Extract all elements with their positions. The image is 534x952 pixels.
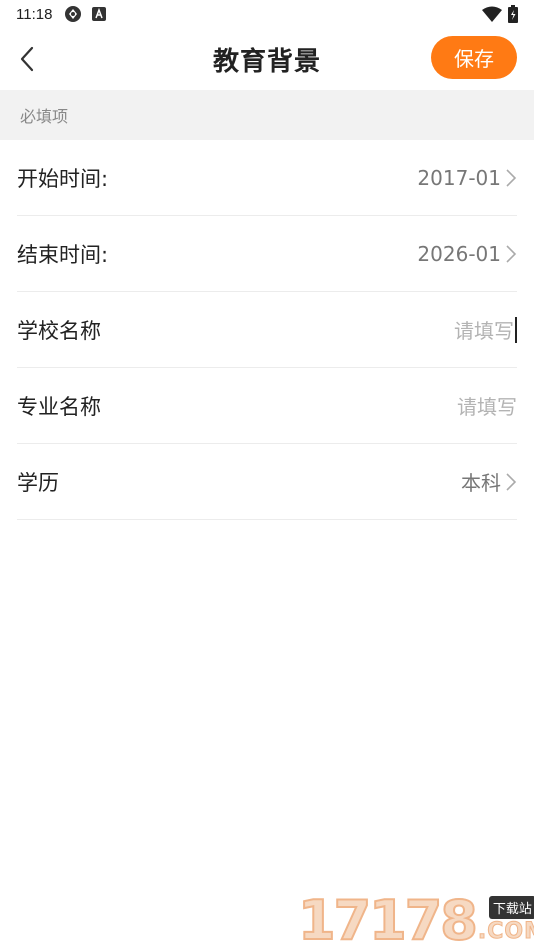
back-button[interactable]: [12, 42, 42, 76]
chevron-right-icon: [505, 472, 517, 492]
school-name-placeholder: 请填写: [454, 315, 514, 344]
status-time: 11:18: [16, 6, 52, 23]
degree-value-text: 本科: [461, 467, 501, 496]
school-name-label: 学校名称: [17, 315, 101, 345]
text-cursor: [515, 317, 517, 343]
battery-icon: [508, 5, 518, 27]
major-name-placeholder: 请填写: [457, 391, 517, 420]
start-time-value[interactable]: 2017-01: [417, 166, 517, 190]
watermark-domain: .COM: [478, 919, 534, 944]
degree-label: 学历: [17, 467, 59, 497]
status-bar: 11:18: [0, 0, 534, 28]
wifi-icon: [482, 6, 502, 26]
section-label: 必填项: [20, 103, 68, 127]
degree-value[interactable]: 本科: [461, 467, 517, 496]
sync-icon: [64, 5, 82, 23]
major-name-label: 专业名称: [17, 391, 101, 421]
end-time-value[interactable]: 2026-01: [417, 242, 517, 266]
start-time-row[interactable]: 开始时间: 2017-01: [17, 140, 517, 216]
save-button[interactable]: 保存: [431, 36, 517, 79]
end-time-row[interactable]: 结束时间: 2026-01: [17, 216, 517, 292]
school-name-input[interactable]: 请填写: [454, 315, 517, 344]
end-time-label: 结束时间:: [17, 239, 108, 269]
site-watermark: 17178 下载站 .COM: [298, 888, 528, 948]
watermark-number: 17178: [298, 894, 476, 948]
navigation-header: 教育背景 保存: [0, 28, 534, 90]
chevron-left-icon: [19, 46, 35, 72]
education-form: 开始时间: 2017-01 结束时间: 2026-01 学校名称 请填写 专业名…: [0, 140, 534, 520]
major-name-input[interactable]: 请填写: [457, 391, 517, 420]
a-badge-icon: [92, 7, 106, 21]
watermark-side: 下载站 .COM: [478, 896, 534, 944]
page-title: 教育背景: [213, 41, 321, 78]
school-name-row: 学校名称 请填写: [17, 292, 517, 368]
end-time-value-text: 2026-01: [417, 242, 501, 266]
chevron-right-icon: [505, 244, 517, 264]
degree-row[interactable]: 学历 本科: [17, 444, 517, 520]
required-section-header: 必填项: [0, 90, 534, 140]
start-time-label: 开始时间:: [17, 163, 108, 193]
watermark-tag: 下载站: [489, 896, 534, 919]
major-name-row: 专业名称 请填写: [17, 368, 517, 444]
start-time-value-text: 2017-01: [417, 166, 501, 190]
chevron-right-icon: [505, 168, 517, 188]
